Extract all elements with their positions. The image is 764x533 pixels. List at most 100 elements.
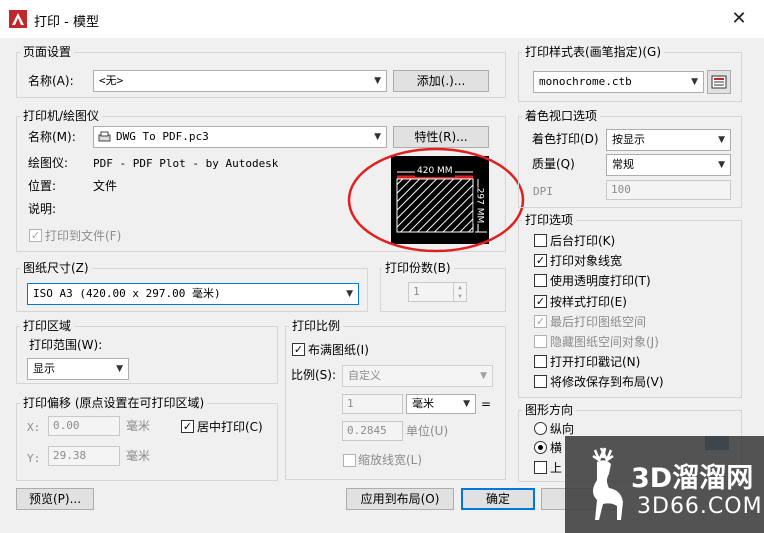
location-label: 位置:	[28, 179, 57, 193]
shade-plot-label: 着色打印(D)	[532, 132, 599, 146]
portrait-label: 纵向	[550, 422, 575, 436]
hide-paperspace-objects-label: 隐藏图纸空间对象(J)	[550, 335, 659, 349]
plot-with-styles-label: 按样式打印(E)	[550, 294, 627, 309]
printer-properties-button[interactable]: 特性(R)...	[393, 126, 489, 148]
description-label: 说明:	[28, 202, 57, 216]
close-button[interactable]: ✕	[724, 6, 754, 32]
dpi-label: DPI	[533, 185, 553, 198]
plotter-value: PDF - PDF Plot - by Autodesk	[93, 157, 279, 170]
scale-equals: =	[481, 397, 492, 411]
autocad-logo-icon	[9, 10, 27, 28]
offset-x-label: X:	[27, 421, 41, 434]
plot-stamp-checkbox[interactable]	[534, 355, 547, 369]
spin-up-icon[interactable]: ▲	[454, 283, 466, 292]
chevron-down-icon: ▼	[374, 132, 381, 142]
apply-to-layout-button[interactable]: 应用到布局(O)	[346, 488, 454, 510]
plot-lineweights-label: 打印对象线宽	[550, 254, 623, 269]
save-changes-to-layout-checkbox[interactable]	[534, 375, 547, 389]
watermark-url: 3D66.COM	[637, 494, 763, 519]
background-plot-label: 后台打印(K)	[550, 234, 616, 248]
offset-y-unit: 毫米	[126, 449, 151, 463]
upside-down-checkbox[interactable]	[534, 461, 547, 474]
plot-offset-label: 打印偏移 (原点设置在可打印区域)	[20, 396, 208, 410]
scale-value-input[interactable]: 1	[342, 394, 403, 414]
offset-x-input[interactable]: 0.00	[48, 416, 120, 436]
quality-label: 质量(Q)	[532, 157, 575, 171]
chevron-down-icon: ▼	[463, 399, 470, 409]
copies-spinner[interactable]: ▲ ▼	[453, 283, 466, 301]
shade-plot-select[interactable]: 按显示 ▼	[606, 129, 731, 151]
plot-paperspace-last-checkbox[interactable]: ✓	[534, 314, 547, 328]
location-value: 文件	[93, 179, 118, 193]
plot-area-label: 打印区域	[20, 319, 75, 333]
scale-unit-select[interactable]: 毫米 ▼	[406, 394, 476, 414]
plot-range-select[interactable]: 显示 ▼	[27, 358, 129, 380]
center-plot-checkbox[interactable]: ✓	[181, 420, 194, 433]
chevron-down-icon: ▼	[718, 160, 725, 170]
style-table-label: 打印样式表(画笔指定)(G)	[522, 45, 665, 59]
upside-down-label: 上	[550, 461, 563, 475]
scale-units-input[interactable]: 0.2845	[342, 421, 403, 441]
plot-transparency-label: 使用透明度打印(T)	[550, 274, 651, 289]
paper-size-label: 图纸尺寸(Z)	[20, 261, 92, 275]
printer-name-select[interactable]: DWG To PDF.pc3 ▼	[93, 126, 387, 148]
save-changes-to-layout-label: 将修改保存到布局(V)	[550, 375, 664, 390]
deer-logo-icon	[592, 447, 623, 520]
window-title: 打印 - 模型	[34, 15, 99, 30]
chevron-down-icon: ▼	[480, 371, 487, 381]
scale-lineweights-checkbox[interactable]	[343, 454, 356, 467]
hide-paperspace-objects-checkbox[interactable]	[534, 335, 547, 348]
background-plot-checkbox[interactable]	[534, 234, 547, 247]
scale-select[interactable]: 自定义 ▼	[342, 365, 493, 387]
page-setup-add-button[interactable]: 添加(.)...	[393, 70, 489, 92]
page-setup-label: 页面设置	[20, 45, 75, 59]
offset-x-unit: 毫米	[126, 419, 151, 433]
plot-range-label: 打印范围(W):	[29, 338, 103, 352]
spin-down-icon[interactable]: ▼	[454, 292, 466, 301]
chevron-down-icon: ▼	[691, 77, 698, 87]
scale-units-label: 单位(U)	[406, 424, 449, 438]
plot-transparency-checkbox[interactable]	[534, 274, 547, 288]
plot-paperspace-last-label: 最后打印图纸空间	[550, 314, 647, 329]
plot-stamp-label: 打开打印戳记(N)	[550, 355, 641, 370]
style-table-select[interactable]: monochrome.ctb ▼	[533, 71, 704, 93]
chevron-down-icon: ▼	[116, 364, 123, 374]
center-plot-label: 居中打印(C)	[197, 420, 263, 434]
plot-offset-group	[16, 403, 278, 481]
landscape-radio[interactable]	[534, 441, 547, 454]
orientation-label: 图形方向	[522, 403, 577, 417]
chevron-down-icon: ▼	[346, 289, 353, 299]
chevron-down-icon: ▼	[718, 135, 725, 145]
offset-y-label: Y:	[27, 452, 41, 465]
page-setup-name-label: 名称(A):	[28, 74, 74, 88]
fit-to-paper-label: 布满图纸(I)	[308, 343, 369, 357]
plot-to-file-checkbox[interactable]: ✓	[29, 229, 42, 242]
plot-lineweights-checkbox[interactable]: ✓	[534, 254, 547, 268]
plotter-label: 绘图仪:	[28, 156, 69, 170]
plotter-icon	[98, 131, 111, 142]
printer-name-label: 名称(M):	[28, 130, 76, 144]
ok-button[interactable]: 确定	[461, 488, 535, 510]
page-setup-name-select[interactable]: <无> ▼	[93, 70, 387, 92]
preview-button[interactable]: 预览(P)...	[16, 488, 94, 510]
fit-to-paper-checkbox[interactable]: ✓	[292, 343, 305, 356]
plot-options-label: 打印选项	[522, 213, 577, 227]
offset-y-input[interactable]: 29.38	[48, 446, 120, 466]
title-bar: 打印 - 模型 ✕	[0, 0, 764, 38]
watermark-brand: 3D溜溜网	[631, 463, 754, 494]
landscape-label: 横	[550, 441, 563, 455]
watermark: 3D溜溜网 3D66.COM	[565, 436, 764, 533]
copies-input[interactable]: 1 ▲ ▼	[408, 282, 467, 302]
plot-scale-label: 打印比例	[289, 319, 344, 333]
plot-to-file-label: 打印到文件(F)	[45, 229, 122, 243]
scale-label: 比例(S):	[291, 368, 337, 382]
plot-with-styles-checkbox[interactable]: ✓	[534, 294, 547, 308]
paper-size-select[interactable]: ISO A3 (420.00 x 297.00 毫米) ▼	[27, 283, 359, 305]
quality-select[interactable]: 常规 ▼	[606, 154, 731, 176]
scale-lineweights-label: 缩放线宽(L)	[358, 453, 423, 467]
plot-style-editor-button[interactable]	[707, 70, 731, 94]
dpi-input[interactable]: 100	[606, 180, 731, 200]
portrait-radio[interactable]	[534, 422, 547, 435]
annotation-ellipse	[347, 147, 525, 253]
chevron-down-icon: ▼	[374, 76, 381, 86]
